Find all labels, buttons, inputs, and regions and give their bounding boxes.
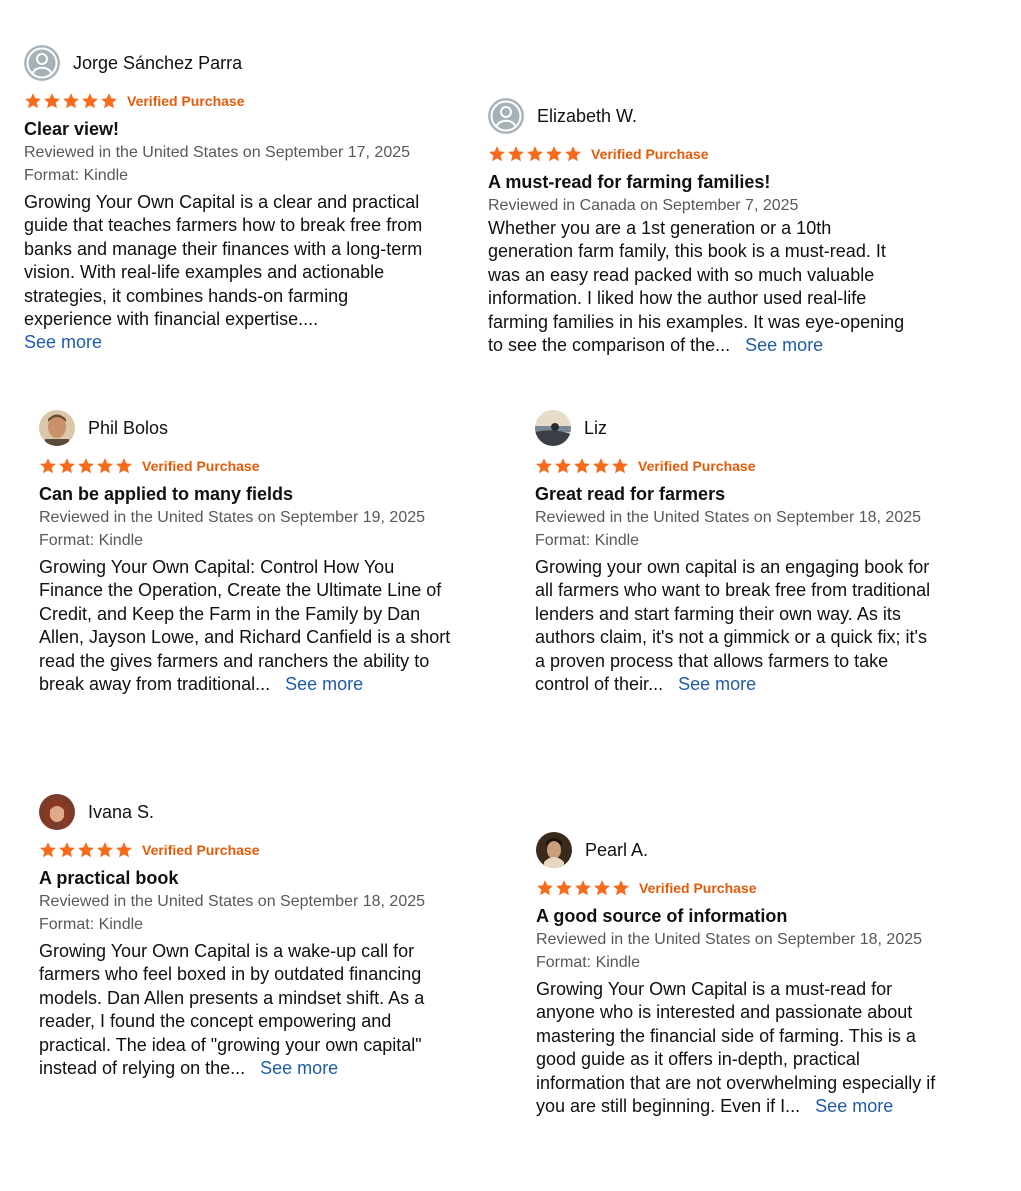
star-icon [565,146,581,162]
review-format[interactable]: Format: Kindle [24,164,444,187]
review-card: Ivana S. Verified Purchase A practical b… [39,794,459,1080]
star-icon [527,146,543,162]
star-icon [116,458,132,474]
review-title[interactable]: Clear view! [24,117,444,141]
star-icon [612,458,628,474]
star-icon [613,880,629,896]
review-card: Elizabeth W. Verified Purchase A must-re… [488,98,918,357]
review-date: Reviewed in the United States on Septemb… [24,144,411,161]
review-format[interactable]: Format: Kindle [39,529,459,552]
reviewer-profile[interactable]: Phil Bolos [39,410,459,446]
star-icon [116,842,132,858]
default-avatar-icon [488,98,524,134]
star-icon [101,93,117,109]
star-rating[interactable] [24,92,118,110]
see-more-link[interactable]: See more [260,1058,338,1078]
star-icon [44,93,60,109]
star-icon [59,458,75,474]
review-format[interactable]: Format: Kindle [39,913,459,936]
review-text: Growing Your Own Capital is a wake-up ca… [39,941,425,1079]
star-icon [537,880,553,896]
review-date: Reviewed in the United States on Septemb… [39,509,426,526]
profile-photo [535,410,571,446]
star-icon [556,880,572,896]
review-card: Phil Bolos Verified Purchase Can be appl… [39,410,459,696]
review-body: Growing Your Own Capital is a clear and … [24,191,439,355]
reviewer-name[interactable]: Liz [584,418,607,439]
reviewer-profile[interactable]: Pearl A. [536,832,956,868]
verified-purchase-badge: Verified Purchase [591,146,709,162]
star-icon [594,880,610,896]
star-rating[interactable] [535,457,629,475]
reviewer-profile[interactable]: Elizabeth W. [488,98,918,134]
see-more-link[interactable]: See more [285,674,363,694]
verified-purchase-badge: Verified Purchase [638,458,756,474]
review-title[interactable]: A good source of information [536,904,956,928]
star-rating[interactable] [488,145,582,163]
see-more-link[interactable]: See more [745,335,823,355]
review-date: Reviewed in the United States on Septemb… [39,893,426,910]
star-icon [97,842,113,858]
reviewer-name[interactable]: Ivana S. [88,802,154,823]
review-text: Growing Your Own Capital is a clear and … [24,192,423,330]
review-title[interactable]: A must-read for farming families! [488,170,918,194]
review-body: Growing your own capital is an engaging … [535,556,935,696]
review-title[interactable]: A practical book [39,866,459,890]
reviewer-profile[interactable]: Jorge Sánchez Parra [24,45,444,81]
review-card: Liz Verified Purchase Great read for far… [535,410,945,696]
star-rating[interactable] [536,879,630,897]
star-rating[interactable] [39,841,133,859]
star-icon [78,458,94,474]
see-more-link[interactable]: See more [24,332,102,352]
star-icon [63,93,79,109]
review-format[interactable]: Format: Kindle [536,951,956,974]
verified-purchase-badge: Verified Purchase [142,842,260,858]
star-icon [546,146,562,162]
reviewer-name[interactable]: Jorge Sánchez Parra [73,53,242,74]
review-text: Whether you are a 1st generation or a 10… [488,218,905,356]
star-rating[interactable] [39,457,133,475]
reviewer-name[interactable]: Phil Bolos [88,418,168,439]
review-card: Jorge Sánchez Parra Verified Purchase Cl… [24,45,444,355]
profile-photo [39,410,75,446]
verified-purchase-badge: Verified Purchase [127,93,245,109]
star-icon [97,458,113,474]
verified-purchase-badge: Verified Purchase [639,880,757,896]
reviewer-name[interactable]: Pearl A. [585,840,648,861]
star-icon [555,458,571,474]
star-icon [25,93,41,109]
reviewer-name[interactable]: Elizabeth W. [537,106,637,127]
star-icon [593,458,609,474]
review-title[interactable]: Great read for farmers [535,482,945,506]
star-icon [82,93,98,109]
profile-photo [39,794,75,830]
star-icon [40,842,56,858]
review-body: Growing Your Own Capital is a must-read … [536,978,946,1118]
star-icon [536,458,552,474]
review-format[interactable]: Format: Kindle [535,529,945,552]
reviewer-profile[interactable]: Ivana S. [39,794,459,830]
review-date: Reviewed in Canada on September 7, 2025 [488,197,799,214]
review-body: Growing Your Own Capital is a wake-up ca… [39,940,444,1080]
review-body: Whether you are a 1st generation or a 10… [488,217,913,357]
star-icon [508,146,524,162]
profile-photo [536,832,572,868]
reviewer-profile[interactable]: Liz [535,410,945,446]
star-icon [59,842,75,858]
review-title[interactable]: Can be applied to many fields [39,482,459,506]
see-more-link[interactable]: See more [815,1096,893,1116]
default-avatar-icon [24,45,60,81]
star-icon [574,458,590,474]
star-icon [40,458,56,474]
review-body: Growing Your Own Capital: Control How Yo… [39,556,454,696]
review-date: Reviewed in the United States on Septemb… [536,931,923,948]
see-more-link[interactable]: See more [678,674,756,694]
star-icon [575,880,591,896]
star-icon [78,842,94,858]
review-card: Pearl A. Verified Purchase A good source… [536,832,956,1118]
star-icon [489,146,505,162]
review-date: Reviewed in the United States on Septemb… [535,509,922,526]
review-text: Growing Your Own Capital: Control How Yo… [39,557,451,695]
verified-purchase-badge: Verified Purchase [142,458,260,474]
